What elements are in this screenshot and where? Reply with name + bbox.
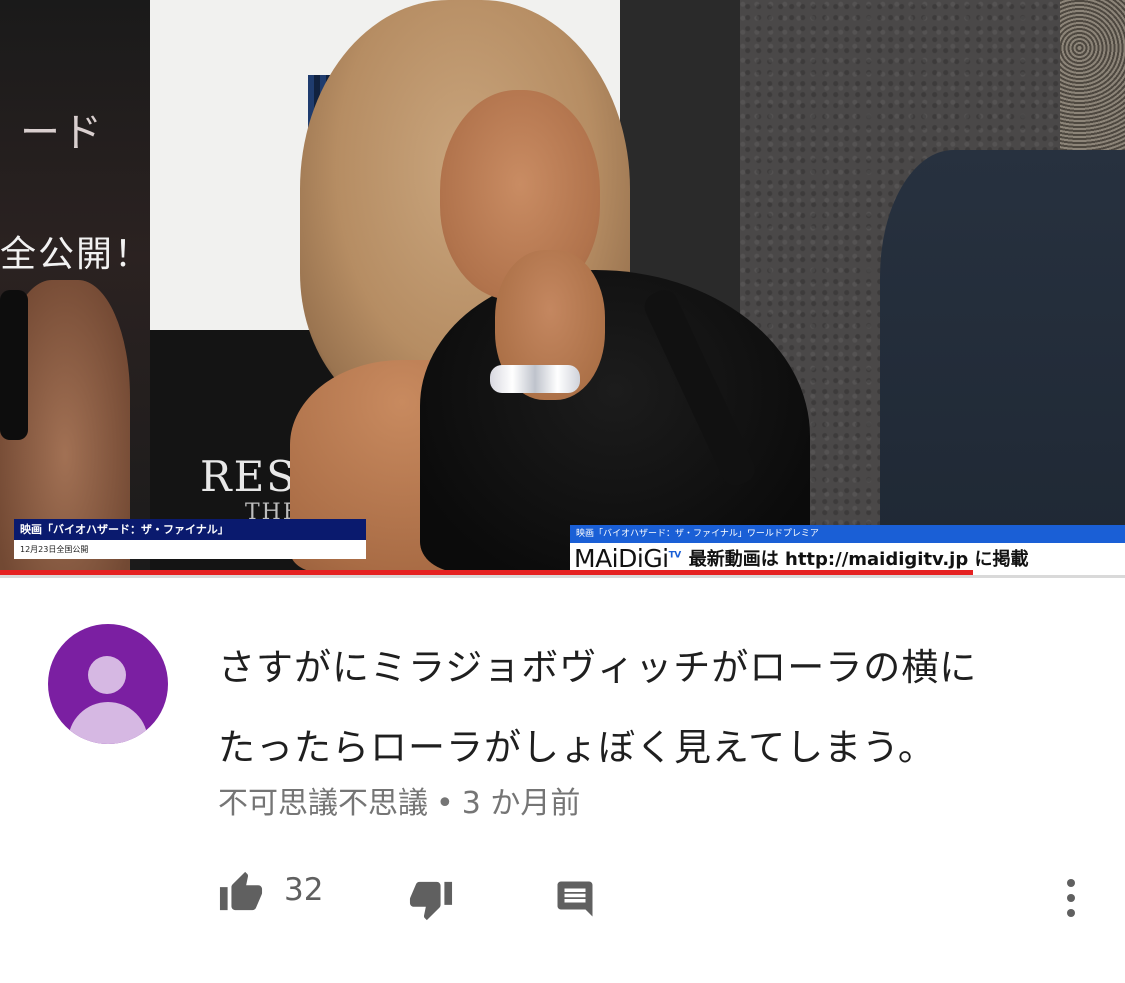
caption-overlay-left: 映画「バイオハザード：ザ・ファイナル」 12月23日全国公開 (14, 519, 366, 559)
comment-line-1: さすがにミラジョボヴィッチがローラの横に (218, 646, 978, 689)
microphone-left (0, 290, 28, 440)
caption-right-message: 最新動画は http://maidigitv.jp に掲載 (688, 549, 1029, 570)
poster-text-3: RES (200, 452, 298, 501)
caption-left-title: 映画「バイオハザード：ザ・ファイナル」 (14, 519, 366, 540)
thumb-down-icon (408, 880, 454, 924)
more-options-button[interactable] (1058, 878, 1084, 918)
comment-line-2: たったらローラがしょぼく見えてしまう。 (218, 726, 936, 769)
poster-text-2: 全公開！ (0, 234, 153, 275)
caption-left-subtitle: 12月23日全国公開 (14, 540, 366, 559)
comment-reply-icon (554, 878, 596, 920)
bracelet (490, 365, 580, 393)
person-right-hair (1060, 0, 1125, 160)
dislike-button[interactable] (408, 880, 454, 924)
comment-meta: 不可思議不思議 • 3 か月前 (218, 778, 580, 822)
avatar-head-icon (88, 656, 126, 694)
avatar[interactable] (48, 624, 168, 744)
meta-separator: • (436, 786, 454, 821)
person-right-suit (880, 150, 1125, 572)
video-player[interactable]: ード 全公開！ RES THE 映画「バイオハザード：ザ・ファイナル」 12月2… (0, 0, 1125, 572)
more-vertical-icon (1058, 878, 1084, 918)
avatar-body-icon (68, 702, 148, 744)
comment-body: さすがにミラジョボヴィッチがローラの横に たったらローラがしょぼく見えてしまう。 (218, 628, 1098, 788)
like-button[interactable]: 32 (218, 868, 323, 912)
poster-text-1: ード (20, 110, 104, 156)
caption-right-banner: MAiDiGiTV 最新動画は http://maidigitv.jp に掲載 (570, 543, 1125, 572)
comment-actions: 32 (0, 860, 1125, 940)
thumb-up-icon (218, 868, 264, 912)
divider (0, 575, 1125, 578)
comment-author[interactable]: 不可思議不思議 (218, 786, 428, 821)
reply-button[interactable] (554, 878, 596, 920)
caption-right-title: 映画「バイオハザード：ザ・ファイナル」ワールドプレミア (570, 525, 1125, 543)
caption-overlay-right: 映画「バイオハザード：ザ・ファイナル」ワールドプレミア MAiDiGiTV 最新… (570, 525, 1125, 572)
like-count: 32 (284, 872, 324, 908)
maidigi-logo: MAiDiGiTV (574, 543, 681, 573)
comment-time: 3 か月前 (461, 786, 581, 821)
